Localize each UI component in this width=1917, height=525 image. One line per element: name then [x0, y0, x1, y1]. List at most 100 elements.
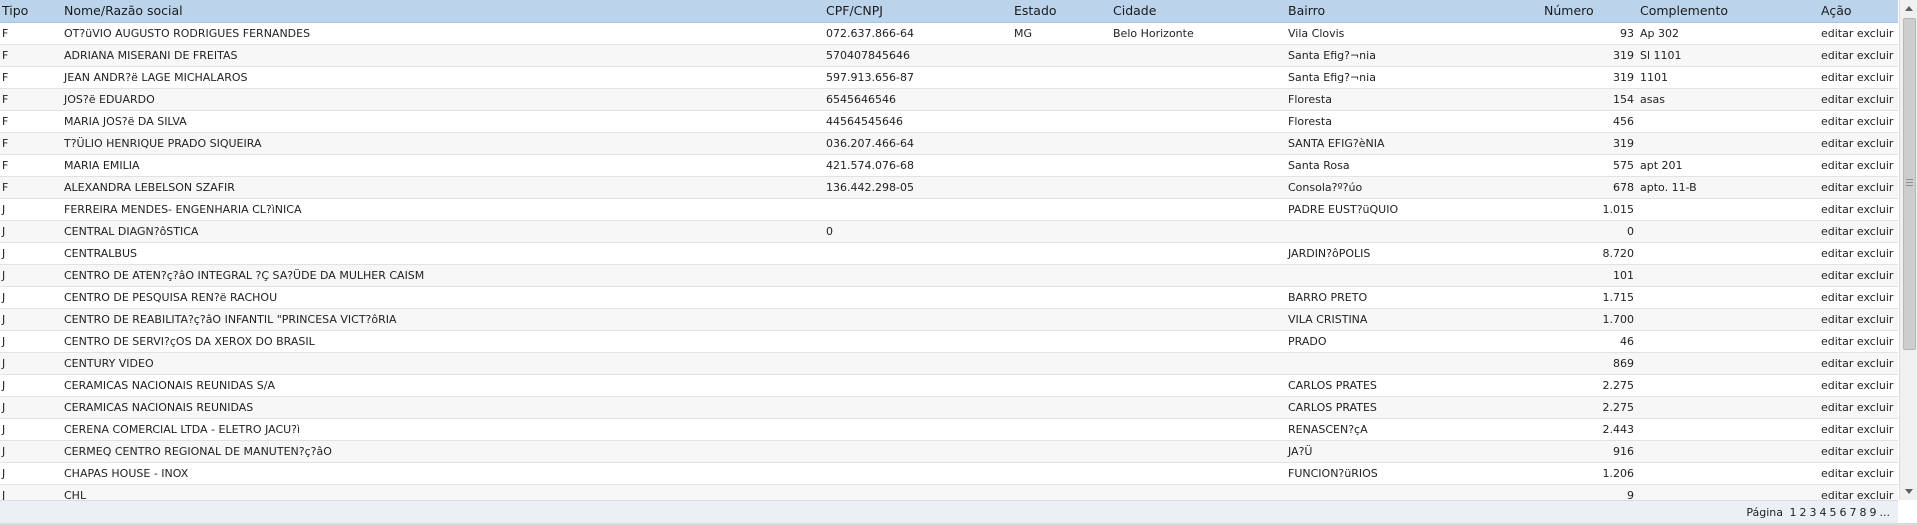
row-actions: editar excluir	[1821, 401, 1893, 414]
edit-link[interactable]: editar	[1821, 269, 1853, 282]
delete-link[interactable]: excluir	[1857, 379, 1894, 392]
vertical-scrollbar[interactable]	[1899, 0, 1917, 500]
table-row[interactable]: J CHAPAS HOUSE - INOX FUNCION?üRIOS 1.206 ed…	[0, 463, 1898, 485]
delete-link[interactable]: excluir	[1857, 467, 1894, 480]
cell-estado: MG	[1014, 27, 1033, 40]
delete-link[interactable]: excluir	[1857, 93, 1894, 106]
pagination-label: Página	[1746, 506, 1783, 519]
page-link-7[interactable]: 7	[1850, 506, 1857, 519]
cell-nome: CHL	[64, 489, 87, 500]
column-header-tipo[interactable]: Tipo	[2, 3, 28, 18]
edit-link[interactable]: editar	[1821, 467, 1853, 480]
delete-link[interactable]: excluir	[1857, 225, 1894, 238]
page-link-6[interactable]: 6	[1840, 506, 1847, 519]
table-row[interactable]: J CENTRAL DIAGN?ôSTICA 0 0 editar excluir	[0, 221, 1898, 243]
table-row[interactable]: F T?ÜLIO HENRIQUE PRADO SIQUEIRA 036.207.4…	[0, 133, 1898, 155]
column-header-nome[interactable]: Nome/Razão social	[64, 3, 183, 18]
page-link-more[interactable]: ...	[1880, 506, 1891, 519]
delete-link[interactable]: excluir	[1857, 423, 1894, 436]
cell-tipo: F	[2, 181, 9, 194]
edit-link[interactable]: editar	[1821, 379, 1853, 392]
edit-link[interactable]: editar	[1821, 247, 1853, 260]
column-header-cidade[interactable]: Cidade	[1113, 3, 1156, 18]
column-header-numero[interactable]: Número	[1544, 3, 1594, 18]
edit-link[interactable]: editar	[1821, 181, 1853, 194]
table-row[interactable]: F ADRIANA MISERANI DE FREITAS 570407845646…	[0, 45, 1898, 67]
table-row[interactable]: F MARIA JOS?ë DA SILVA 44564545646 Floresta…	[0, 111, 1898, 133]
delete-link[interactable]: excluir	[1857, 203, 1894, 216]
delete-link[interactable]: excluir	[1857, 489, 1894, 500]
table-row[interactable]: J CERMEQ CENTRO REGIONAL DE MANUTEN?ç?âO J…	[0, 441, 1898, 463]
edit-link[interactable]: editar	[1821, 225, 1853, 238]
edit-link[interactable]: editar	[1821, 203, 1853, 216]
page-link-8[interactable]: 8	[1860, 506, 1867, 519]
delete-link[interactable]: excluir	[1857, 27, 1894, 40]
cell-tipo: F	[2, 115, 9, 128]
page-link-4[interactable]: 4	[1820, 506, 1827, 519]
cell-bairro: Floresta	[1288, 93, 1332, 106]
cell-tipo: J	[2, 335, 6, 348]
edit-link[interactable]: editar	[1821, 137, 1853, 150]
delete-link[interactable]: excluir	[1857, 445, 1894, 458]
edit-link[interactable]: editar	[1821, 335, 1853, 348]
scroll-up-arrow-icon[interactable]	[1900, 0, 1917, 17]
table-row[interactable]: F OT?üVIO AUGUSTO RODRIGUES FERNANDES 072.…	[0, 23, 1898, 45]
edit-link[interactable]: editar	[1821, 159, 1853, 172]
delete-link[interactable]: excluir	[1857, 313, 1894, 326]
edit-link[interactable]: editar	[1821, 313, 1853, 326]
delete-link[interactable]: excluir	[1857, 269, 1894, 282]
table-row[interactable]: J CENTURY VIDEO 869 editar excluir	[0, 353, 1898, 375]
delete-link[interactable]: excluir	[1857, 335, 1894, 348]
page-link-1[interactable]: 1	[1790, 506, 1797, 519]
edit-link[interactable]: editar	[1821, 445, 1853, 458]
delete-link[interactable]: excluir	[1857, 357, 1894, 370]
page-link-5[interactable]: 5	[1830, 506, 1837, 519]
edit-link[interactable]: editar	[1821, 291, 1853, 304]
table-row[interactable]: F JOS?ë EDUARDO 6545646546 Floresta 154 asas e…	[0, 89, 1898, 111]
page-link-3[interactable]: 3	[1810, 506, 1817, 519]
cell-cpf: 136.442.298-05	[826, 181, 914, 194]
cell-bairro: JARDIN?ôPOLIS	[1288, 247, 1371, 260]
table-row[interactable]: J CENTRO DE PESQUISA REN?ë RACHOU BARRO PR…	[0, 287, 1898, 309]
delete-link[interactable]: excluir	[1857, 71, 1894, 84]
table-row[interactable]: F ALEXANDRA LEBELSON SZAFIR 136.442.298-05…	[0, 177, 1898, 199]
edit-link[interactable]: editar	[1821, 93, 1853, 106]
edit-link[interactable]: editar	[1821, 357, 1853, 370]
table-row[interactable]: J FERREIRA MENDES- ENGENHARIA CL?ìNICA PAD…	[0, 199, 1898, 221]
column-header-cpf[interactable]: CPF/CNPJ	[826, 3, 883, 18]
edit-link[interactable]: editar	[1821, 115, 1853, 128]
page-link-9[interactable]: 9	[1870, 506, 1877, 519]
table-row[interactable]: J CERAMICAS NACIONAIS REUNIDAS S/A CARLOS …	[0, 375, 1898, 397]
delete-link[interactable]: excluir	[1857, 159, 1894, 172]
delete-link[interactable]: excluir	[1857, 401, 1894, 414]
table-row[interactable]: J CENTRO DE SERVI?çOS DA XEROX DO BRASIL P…	[0, 331, 1898, 353]
page-link-2[interactable]: 2	[1800, 506, 1807, 519]
table-row[interactable]: J CENTRO DE REABILITA?ç?âO INFANTIL "PRIN…	[0, 309, 1898, 331]
delete-link[interactable]: excluir	[1857, 115, 1894, 128]
edit-link[interactable]: editar	[1821, 489, 1853, 500]
row-actions: editar excluir	[1821, 467, 1893, 480]
column-header-complemento[interactable]: Complemento	[1640, 3, 1728, 18]
scroll-down-arrow-icon[interactable]	[1900, 483, 1917, 500]
edit-link[interactable]: editar	[1821, 27, 1853, 40]
table-row[interactable]: F MARIA EMILIA 421.574.076-68 Santa Rosa 575…	[0, 155, 1898, 177]
scrollbar-thumb[interactable]	[1903, 18, 1916, 350]
edit-link[interactable]: editar	[1821, 423, 1853, 436]
table-row[interactable]: F JEAN ANDR?ë LAGE MICHALAROS 597.913.656-…	[0, 67, 1898, 89]
table-row[interactable]: J CERAMICAS NACIONAIS REUNIDAS CARLOS PRAT…	[0, 397, 1898, 419]
edit-link[interactable]: editar	[1821, 49, 1853, 62]
column-header-estado[interactable]: Estado	[1014, 3, 1057, 18]
delete-link[interactable]: excluir	[1857, 181, 1894, 194]
delete-link[interactable]: excluir	[1857, 137, 1894, 150]
edit-link[interactable]: editar	[1821, 401, 1853, 414]
column-header-bairro[interactable]: Bairro	[1288, 3, 1325, 18]
delete-link[interactable]: excluir	[1857, 291, 1894, 304]
cell-bairro: CARLOS PRATES	[1288, 379, 1377, 392]
table-row[interactable]: J CERENA COMERCIAL LTDA - ELETRO JACU?ì RE…	[0, 419, 1898, 441]
table-row[interactable]: J CENTRALBUS JARDIN?ôPOLIS 8.720 editar excl…	[0, 243, 1898, 265]
delete-link[interactable]: excluir	[1857, 247, 1894, 260]
edit-link[interactable]: editar	[1821, 71, 1853, 84]
table-row[interactable]: J CENTRO DE ATEN?ç?âO INTEGRAL ?Ç SA?ÜDE …	[0, 265, 1898, 287]
delete-link[interactable]: excluir	[1857, 49, 1894, 62]
table-row[interactable]: J CHL 9 editar excluir	[0, 485, 1898, 500]
